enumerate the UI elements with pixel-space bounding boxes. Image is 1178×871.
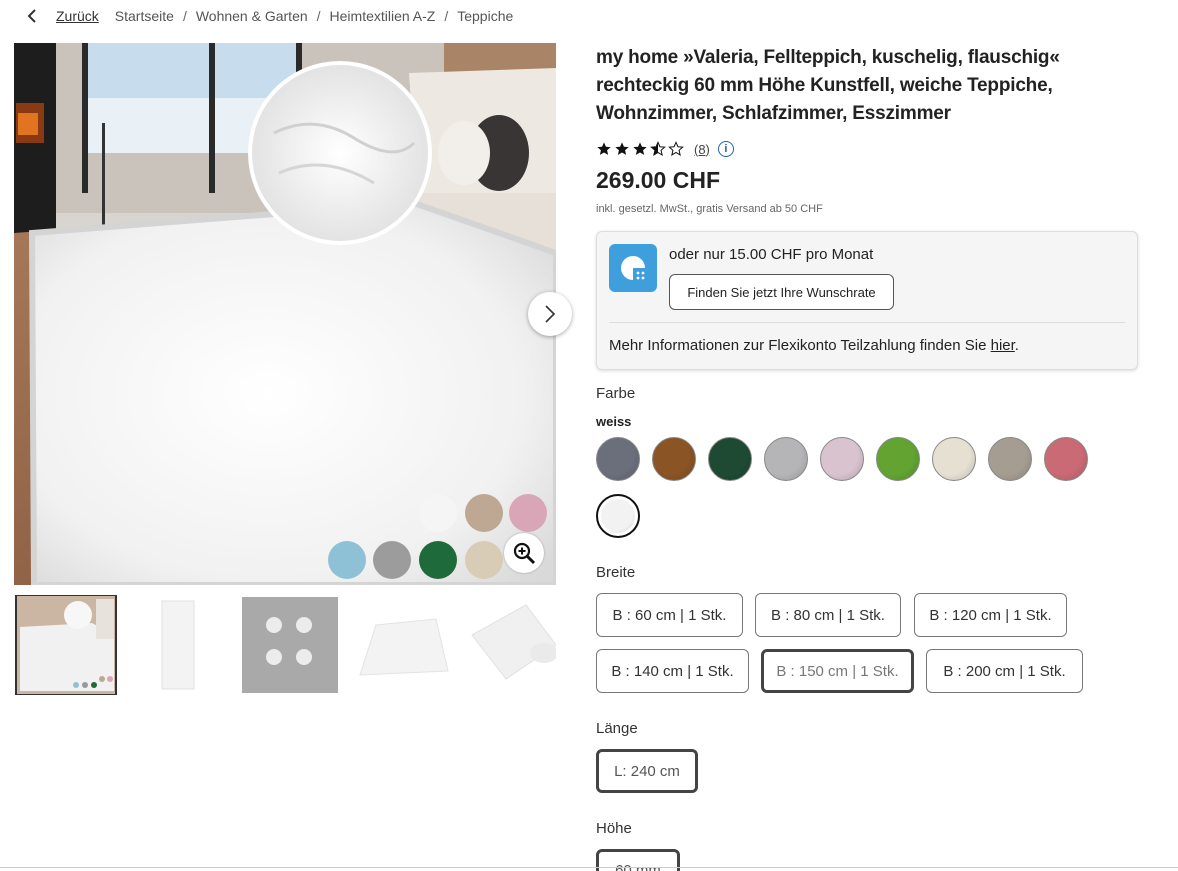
product-title: my home »Valeria, Fellteppich, kuschelig… bbox=[596, 47, 1060, 124]
width-option[interactable]: B : 140 cm | 1 Stk. bbox=[596, 649, 749, 693]
zoom-button[interactable] bbox=[504, 533, 544, 573]
breadcrumb-item-home[interactable]: Startseite bbox=[115, 8, 174, 24]
vat-note: inkl. gesetzl. MwSt., gratis Versand ab … bbox=[596, 203, 823, 215]
height-label: Höhe bbox=[596, 820, 632, 837]
rating-stars[interactable] bbox=[596, 141, 684, 157]
color-swatch[interactable] bbox=[764, 437, 808, 481]
thumbnail-strip bbox=[14, 595, 556, 695]
breadcrumb-item-textiles[interactable]: Heimtextilien A-Z bbox=[330, 8, 436, 24]
finance-more-info: Mehr Informationen zur Flexikonto Teilza… bbox=[609, 337, 1019, 354]
back-link[interactable]: Zurück bbox=[56, 8, 99, 24]
color-swatch[interactable] bbox=[820, 437, 864, 481]
width-label: Breite bbox=[596, 564, 636, 581]
breadcrumb-item-living[interactable]: Wohnen & Garten bbox=[196, 8, 308, 24]
width-option[interactable]: B : 80 cm | 1 Stk. bbox=[755, 593, 901, 637]
product-photo bbox=[14, 43, 556, 585]
color-swatch[interactable] bbox=[876, 437, 920, 481]
zoom-in-icon bbox=[513, 542, 536, 565]
color-swatch[interactable] bbox=[1044, 437, 1088, 481]
star-empty-icon bbox=[668, 141, 684, 156]
color-swatch[interactable] bbox=[596, 437, 640, 481]
color-swatch[interactable] bbox=[596, 494, 640, 538]
thumbnail-2[interactable] bbox=[128, 595, 228, 695]
breadcrumb-item-carpets[interactable]: Teppiche bbox=[457, 8, 513, 24]
breadcrumb: Zurück Startseite / Wohnen & Garten / He… bbox=[22, 6, 513, 26]
monthly-rate-text: oder nur 15.00 CHF pro Monat bbox=[669, 246, 874, 263]
finance-logo-icon bbox=[609, 244, 657, 292]
thumbnail-1[interactable] bbox=[15, 595, 117, 695]
back-chevron-icon[interactable] bbox=[22, 6, 42, 26]
star-half-icon bbox=[650, 141, 666, 156]
star-icon bbox=[615, 142, 629, 155]
breadcrumb-separator: / bbox=[182, 8, 187, 24]
rating: (8) i bbox=[596, 139, 734, 159]
info-icon[interactable]: i bbox=[717, 141, 734, 157]
star-icon bbox=[597, 142, 611, 155]
price: 269.00 CHF bbox=[596, 167, 721, 193]
product-main-image[interactable] bbox=[14, 43, 556, 585]
next-image-button[interactable] bbox=[528, 292, 572, 336]
find-rate-button[interactable]: Finden Sie jetzt Ihre Wunschrate bbox=[669, 274, 894, 310]
thumbnail-5[interactable] bbox=[466, 595, 556, 695]
finance-more-text: Mehr Informationen zur Flexikonto Teilza… bbox=[609, 337, 991, 354]
thumbnail-4[interactable] bbox=[356, 595, 456, 695]
color-swatch[interactable] bbox=[988, 437, 1032, 481]
thumbnail-3[interactable] bbox=[242, 595, 342, 695]
color-swatch[interactable] bbox=[932, 437, 976, 481]
star-icon bbox=[633, 142, 647, 155]
length-option[interactable]: L: 240 cm bbox=[596, 749, 698, 793]
finance-more-end: . bbox=[1014, 337, 1019, 354]
width-option[interactable]: B : 150 cm | 1 Stk. bbox=[761, 649, 914, 693]
color-label: Farbe bbox=[596, 385, 636, 402]
rating-count-link[interactable]: (8) bbox=[694, 142, 710, 157]
financing-box: oder nur 15.00 CHF pro Monat Finden Sie … bbox=[596, 231, 1138, 370]
finance-more-link[interactable]: hier bbox=[991, 337, 1015, 354]
color-swatch[interactable] bbox=[708, 437, 752, 481]
chevron-right-icon bbox=[545, 305, 556, 323]
length-label: Länge bbox=[596, 720, 638, 737]
page-bottom-border bbox=[0, 867, 1178, 868]
divider bbox=[609, 322, 1125, 323]
width-option[interactable]: B : 60 cm | 1 Stk. bbox=[596, 593, 743, 637]
width-option[interactable]: B : 200 cm | 1 Stk. bbox=[926, 649, 1083, 693]
breadcrumb-separator: / bbox=[444, 8, 449, 24]
width-option[interactable]: B : 120 cm | 1 Stk. bbox=[914, 593, 1067, 637]
selected-color-value: weiss bbox=[596, 414, 632, 429]
color-swatch[interactable] bbox=[652, 437, 696, 481]
breadcrumb-separator: / bbox=[316, 8, 321, 24]
